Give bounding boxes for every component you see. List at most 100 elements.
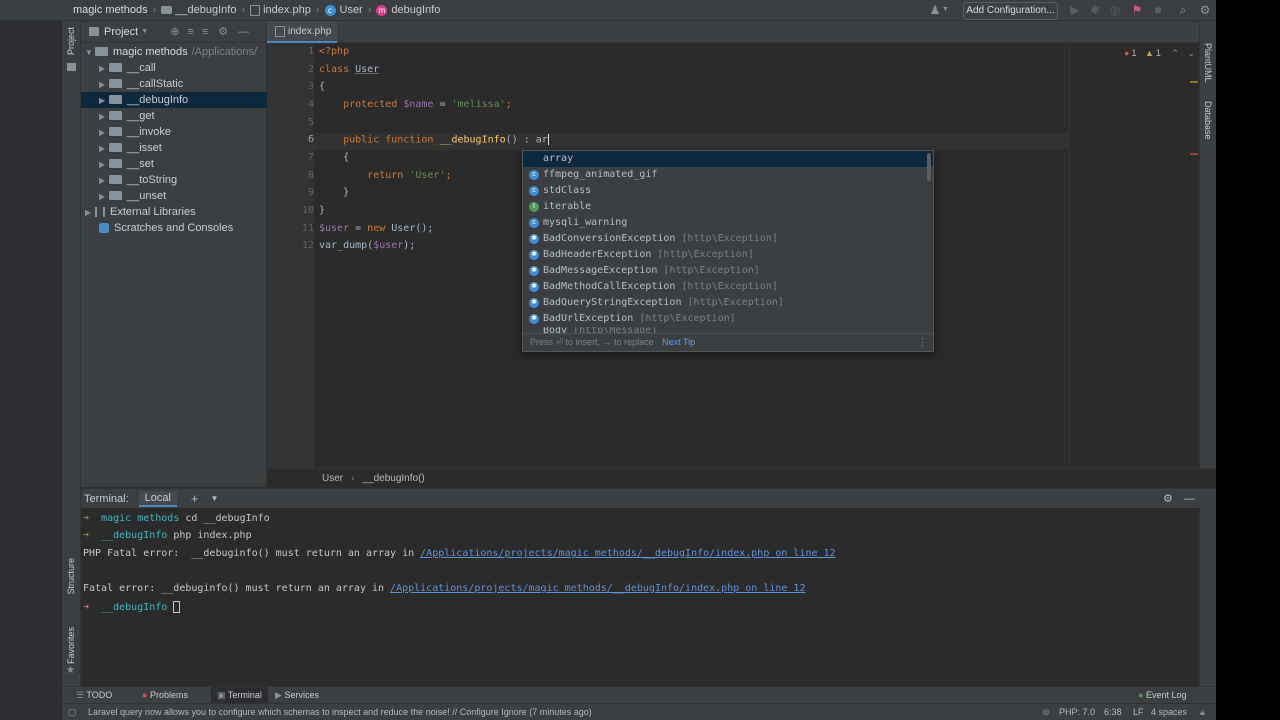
warning-marker[interactable] [1190,81,1198,83]
tree-folder[interactable]: ▶ __isset [81,140,267,156]
user-icon[interactable]: ♟ [928,3,942,17]
tree-folder-selected[interactable]: ▶ __debugInfo [81,92,267,108]
line-separator[interactable]: LF [1133,704,1144,720]
tree-folder[interactable]: ▶ __set [81,156,267,172]
problems-button[interactable]: ● Problems [142,687,188,704]
todo-button[interactable]: ☰ TODO [76,687,112,704]
completion-item[interactable]: ✱ BadHeaderException [http\Exception] [523,247,933,263]
breadcrumb-file[interactable]: index.php [250,4,311,16]
next-tip-link[interactable]: Next Tip [662,337,695,347]
breadcrumb-method[interactable]: m debugInfo [376,4,440,16]
project-panel-title[interactable]: Project [104,26,138,38]
completion-item[interactable]: ✱ BadConversionException [http\Exception] [523,231,933,247]
tree-folder[interactable]: ▶ __callStatic [81,76,267,92]
stop-icon[interactable]: ■ [1151,3,1165,17]
event-log-button[interactable]: ● Event Log [1138,687,1186,704]
line-number: 4 [307,99,314,110]
minimize-icon[interactable]: — [1184,493,1195,505]
minimize-icon[interactable]: — [238,26,249,38]
caret-position[interactable]: 6:38 [1104,704,1122,720]
completion-item[interactable]: ✱ BadMethodCallException [http\Exception] [523,279,933,295]
completion-item[interactable]: c mysqli_warning [523,215,933,231]
debug-icon[interactable]: ✱ [1088,3,1102,17]
completion-item[interactable]: c stdClass [523,183,933,199]
chevron-down-icon[interactable]: ▼ [141,28,148,35]
database-icon[interactable]: ⊜ [1042,704,1050,720]
more-options-icon[interactable]: ⋮ [918,334,927,351]
tree-folder[interactable]: ▶ __toString [81,172,267,188]
line-number: 6 [307,134,314,145]
code-line-8: return 'User'; [367,170,452,181]
tab-local[interactable]: Local [138,490,177,507]
completion-item[interactable]: ✱ BadMessageException [http\Exception] [523,263,933,279]
expand-all-icon[interactable]: ≡ [187,26,193,38]
php-version[interactable]: PHP: 7.0 [1059,704,1095,720]
tree-external-libraries[interactable]: ▶ External Libraries [81,204,267,220]
add-configuration-button[interactable]: Add Configuration... [963,2,1058,20]
completion-item[interactable]: ✱ BadUrlException [http\Exception] [523,311,933,327]
tree-folder[interactable]: ▶ __get [81,108,267,124]
completion-item[interactable]: ✱ BadQueryStringException [http\Exception… [523,295,933,311]
terminal-button[interactable]: ▣ Terminal [211,687,268,704]
line-number: 7 [307,152,314,163]
code-line-4: protected $name = 'melissa'; [343,99,512,110]
breadcrumb-separator: › [241,4,246,16]
gear-icon[interactable]: ⚙ [218,25,228,38]
indent-setting[interactable]: 4 spaces [1151,704,1187,720]
search-icon[interactable]: ⌕ [1176,3,1190,17]
folder-icon [89,27,99,36]
tree-folder[interactable]: ▶ __invoke [81,124,267,140]
status-message[interactable]: Laravel query now allows you to configur… [88,704,592,720]
project-tool-button[interactable]: Project [66,27,76,55]
line-number: 10 [301,205,314,216]
settings-icon[interactable]: ⚙ [1198,3,1212,17]
terminal-title: Terminal: [84,492,129,505]
inspection-widget[interactable]: ● 1 ▲ 1 ⌃ ⌄ [1124,48,1195,59]
plantuml-tool-button[interactable]: PlantUML [1203,43,1213,83]
vcs-icon[interactable]: ⚑ [1130,3,1144,17]
toggle-tool-windows-icon[interactable]: ▢ [68,704,77,720]
tree-folder[interactable]: ▶ __call [81,60,267,76]
terminal-output[interactable]: ➜ magic methods cd __debugInfo ➜ __debug… [81,508,1199,686]
chevron-down-icon[interactable]: ▼ [211,494,219,503]
favorites-tool-button[interactable]: Favorites [66,627,76,664]
tree-folder[interactable]: ▶ __unset [81,188,267,204]
chevron-down-icon[interactable]: ▼ [942,6,949,13]
class-icon: c [529,218,539,228]
warning-icon: ▲ [1144,48,1154,58]
completion-item[interactable]: c ffmpeg_animated_gif [523,167,933,183]
error-file-link[interactable]: /Applications/projects/magic methods/__d… [420,548,835,559]
add-tab-icon[interactable]: + [191,491,199,506]
breadcrumb-class[interactable]: c User [324,4,363,16]
coverage-icon[interactable]: ◎ [1108,3,1122,17]
popup-scrollbar[interactable] [927,153,931,181]
breadcrumb-folder[interactable]: __debugInfo [161,4,236,16]
structure-tool-button[interactable]: Structure [66,558,76,595]
database-tool-button[interactable]: Database [1203,101,1213,140]
breadcrumb-project[interactable]: magic methods [73,4,148,16]
chevron-up-icon[interactable]: ⌃ [1171,48,1179,58]
breadcrumb-method[interactable]: __debugInfo() [362,473,424,484]
breadcrumb-separator: › [152,4,157,16]
tab-index-php[interactable]: index.php [267,21,337,43]
event-log-icon: ● [1138,690,1144,700]
lock-icon[interactable]: 🔒︎ [1200,704,1205,720]
completion-item[interactable]: Iiterable [523,199,933,215]
error-marker[interactable] [1190,153,1198,155]
tool-window-bar: ☰ TODO ● Problems ▣ Terminal ▶ Services … [62,686,1216,704]
editor-breadcrumbs: User › __debugInfo() [267,468,1216,488]
error-file-link[interactable]: /Applications/projects/magic methods/__d… [390,583,805,594]
tree-root[interactable]: ▼ magic methods/Applications/ [81,44,267,60]
breadcrumb-class[interactable]: User [322,473,343,484]
chevron-down-icon[interactable]: ⌄ [1187,48,1195,58]
collapse-all-icon[interactable]: ≡ [202,26,208,38]
prompt-arrow-icon: ➜ [83,530,90,541]
class-icon: c [529,170,539,180]
services-button[interactable]: ▶ Services [275,687,319,704]
completion-item[interactable]: array [523,151,933,167]
gear-icon[interactable]: ⚙ [1163,492,1173,505]
tree-scratches[interactable]: Scratches and Consoles [81,220,267,236]
locate-icon[interactable]: ⊕ [170,25,179,38]
code-line-11: $user = new User(); [319,223,434,234]
run-icon[interactable]: ▶ [1068,3,1082,17]
